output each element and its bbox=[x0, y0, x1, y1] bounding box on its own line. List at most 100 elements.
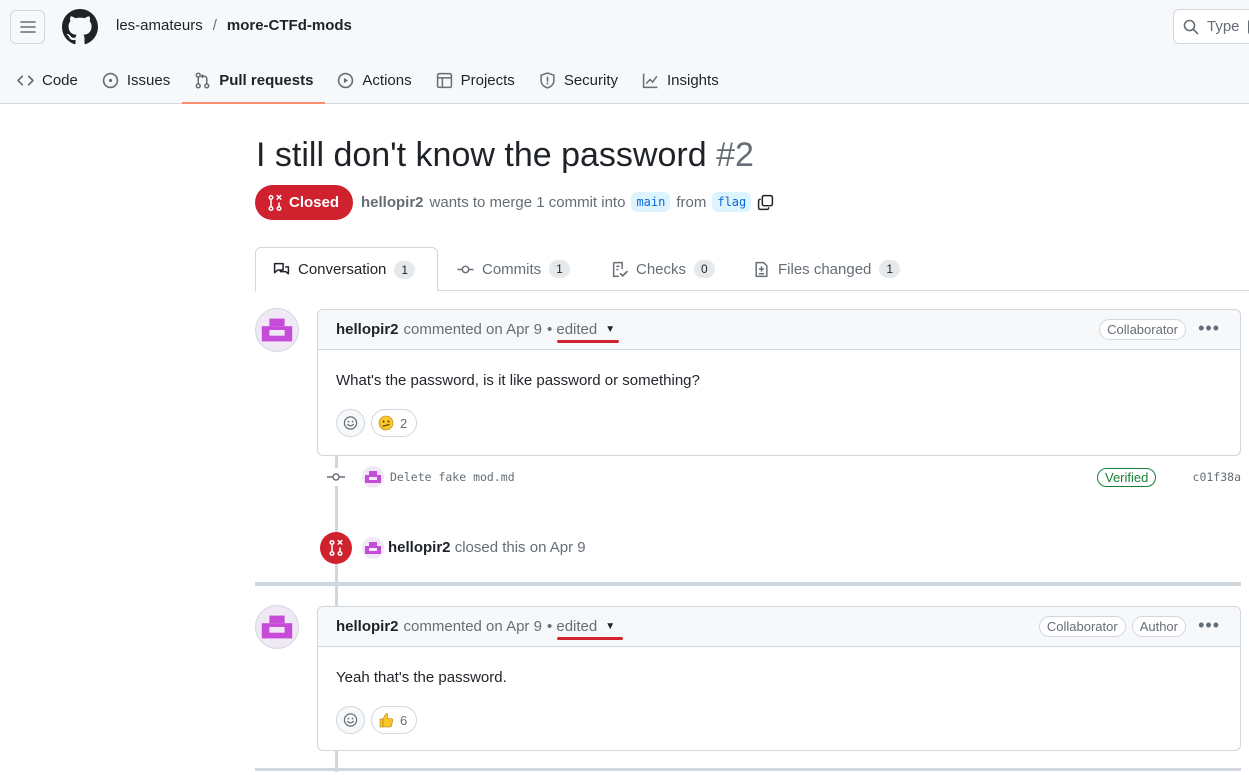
identicon-icon bbox=[363, 538, 383, 558]
github-logo-icon[interactable] bbox=[62, 9, 98, 45]
tab-issues[interactable]: Issues bbox=[90, 62, 182, 98]
tab-actions-label: Actions bbox=[362, 71, 412, 89]
base-branch[interactable]: main bbox=[631, 192, 671, 212]
avatar[interactable] bbox=[255, 605, 299, 649]
close-event-avatar[interactable] bbox=[362, 537, 384, 559]
smiley-icon bbox=[343, 416, 358, 430]
reaction-count: 2 bbox=[400, 415, 408, 431]
identicon-icon bbox=[363, 467, 383, 487]
caret-down-icon[interactable]: ▼ bbox=[605, 621, 615, 632]
tab-code[interactable]: Code bbox=[0, 62, 90, 98]
repo-nav: Code Issues Pull requests Actions Projec… bbox=[0, 62, 731, 104]
reaction-button[interactable]: 2 bbox=[371, 409, 418, 437]
tab-pull-requests-label: Pull requests bbox=[219, 71, 314, 89]
comment-header: hellopir2 commented on Apr 9 • edited ▼ … bbox=[318, 310, 1240, 350]
comment-body: Yeah that's the password. 6 bbox=[318, 647, 1240, 748]
close-event-description[interactable]: closed this on Apr 9 bbox=[455, 539, 586, 556]
tab-conversation-label: Conversation bbox=[298, 261, 387, 278]
tab-files-changed[interactable]: Files changed 1 bbox=[736, 247, 917, 291]
comment-author[interactable]: hellopir2 bbox=[336, 618, 399, 635]
hamburger-icon bbox=[19, 21, 36, 33]
breadcrumb: les-amateurs / more-CTFd-mods bbox=[116, 17, 352, 34]
collaborator-badge: Collaborator bbox=[1099, 319, 1186, 340]
avatar[interactable] bbox=[255, 308, 299, 352]
merge-text: wants to merge 1 commit into bbox=[429, 193, 626, 211]
commit-message-link[interactable]: Delete fake mod.md bbox=[390, 470, 515, 484]
tab-insights-label: Insights bbox=[667, 71, 719, 89]
author-badge: Author bbox=[1131, 616, 1186, 637]
breadcrumb-separator: / bbox=[212, 17, 217, 34]
edited-menu[interactable]: • edited bbox=[547, 618, 597, 635]
git-commit-icon bbox=[457, 265, 474, 273]
tab-security[interactable]: Security bbox=[527, 62, 630, 98]
table-icon bbox=[436, 72, 452, 88]
status-badge: Closed bbox=[255, 185, 354, 220]
closed-event-badge bbox=[320, 532, 352, 564]
tab-code-label: Code bbox=[42, 71, 78, 89]
comment-timestamp[interactable]: commented on Apr 9 bbox=[404, 618, 542, 635]
repo-link[interactable]: more-CTFd-mods bbox=[227, 17, 352, 34]
comment-body: What's the password, is it like password… bbox=[318, 350, 1240, 451]
search-icon bbox=[1183, 19, 1199, 34]
add-reaction-button[interactable] bbox=[336, 409, 365, 437]
comment-timestamp[interactable]: commented on Apr 9 bbox=[404, 321, 542, 338]
copy-icon[interactable] bbox=[757, 194, 774, 211]
verified-badge[interactable]: Verified bbox=[1097, 468, 1157, 487]
tab-security-label: Security bbox=[563, 71, 618, 89]
tab-conversation[interactable]: Conversation 1 bbox=[255, 247, 438, 292]
search-input[interactable]: Type bbox=[1173, 9, 1249, 44]
caret-down-icon[interactable]: ▼ bbox=[605, 324, 615, 335]
tab-projects[interactable]: Projects bbox=[424, 62, 527, 98]
add-reaction-button[interactable] bbox=[336, 706, 365, 734]
tab-issues-label: Issues bbox=[126, 71, 171, 89]
pr-meta: hellopir2 wants to merge 1 commit into m… bbox=[361, 192, 774, 212]
shield-icon bbox=[540, 71, 555, 89]
thumbs-up-emoji-icon bbox=[379, 713, 394, 728]
close-event-text: hellopir2 closed this on Apr 9 bbox=[388, 539, 586, 556]
from-text: from bbox=[676, 193, 707, 211]
tab-files-changed-count: 1 bbox=[879, 260, 901, 278]
tab-checks[interactable]: Checks 0 bbox=[594, 247, 732, 291]
code-icon bbox=[17, 74, 34, 86]
commit-author-avatar[interactable] bbox=[362, 466, 384, 488]
smiley-icon bbox=[343, 713, 358, 727]
tab-pull-requests[interactable]: Pull requests bbox=[182, 62, 326, 104]
menu-button[interactable] bbox=[10, 10, 45, 44]
head-branch[interactable]: flag bbox=[712, 192, 752, 212]
tab-commits-count: 1 bbox=[549, 260, 570, 278]
timeline-divider bbox=[255, 582, 1241, 586]
comment-author[interactable]: hellopir2 bbox=[336, 321, 399, 338]
annotation-underline bbox=[557, 340, 619, 343]
kebab-horizontal-icon[interactable]: ••• bbox=[1198, 319, 1220, 337]
tab-commits[interactable]: Commits 1 bbox=[440, 247, 587, 291]
tab-actions[interactable]: Actions bbox=[325, 62, 423, 98]
pr-title-text: I still don't know the password bbox=[256, 136, 707, 174]
commit-sha-link[interactable]: c01f38a bbox=[1193, 470, 1241, 484]
tab-checks-label: Checks bbox=[636, 260, 687, 278]
file-diff-icon bbox=[755, 261, 768, 277]
comment-badges: Collaborator bbox=[1099, 319, 1186, 340]
graph-icon bbox=[642, 73, 658, 88]
play-icon bbox=[338, 72, 354, 88]
status-text: Closed bbox=[289, 194, 340, 211]
identicon-icon bbox=[258, 311, 296, 349]
tab-insights[interactable]: Insights bbox=[630, 62, 731, 98]
tab-files-changed-label: Files changed bbox=[778, 260, 872, 278]
annotation-underline bbox=[557, 637, 623, 640]
tab-commits-label: Commits bbox=[482, 260, 542, 278]
issue-opened-icon bbox=[102, 72, 119, 88]
edited-menu[interactable]: • edited bbox=[547, 321, 597, 338]
commit-row: Delete fake mod.md Verified c01f38a bbox=[327, 466, 1241, 488]
comment-card: hellopir2 commented on Apr 9 • edited ▼ … bbox=[317, 309, 1241, 456]
checklist-icon bbox=[612, 261, 628, 277]
search-placeholder: Type bbox=[1207, 18, 1240, 35]
owner-link[interactable]: les-amateurs bbox=[116, 17, 203, 34]
close-event-user[interactable]: hellopir2 bbox=[388, 539, 451, 556]
reactions-bar: 2 bbox=[336, 409, 1222, 451]
identicon-icon bbox=[258, 608, 296, 646]
pr-author-link[interactable]: hellopir2 bbox=[361, 194, 424, 211]
tab-conversation-count: 1 bbox=[394, 260, 416, 279]
kebab-horizontal-icon[interactable]: ••• bbox=[1198, 616, 1220, 634]
reaction-button[interactable]: 6 bbox=[371, 706, 418, 734]
comment-badges: Collaborator Author bbox=[1038, 616, 1186, 637]
